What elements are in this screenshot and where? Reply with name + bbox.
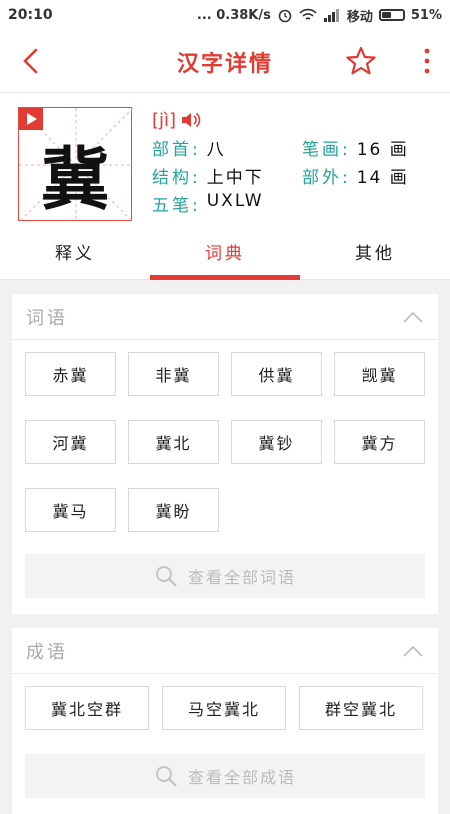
- character-info: [jì] 部首: 八 笔画: 16 画 结构: 上中下 部外: 14 画 五笔: UXLW: [152, 107, 440, 217]
- pinyin: [jì]: [152, 109, 177, 131]
- chevron-up-icon[interactable]: [402, 644, 424, 658]
- view-all-idioms-label: 查看全部成语: [187, 768, 296, 787]
- word-item[interactable]: 冀马: [25, 488, 116, 532]
- word-item[interactable]: 非冀: [128, 352, 219, 396]
- status-right: ... 0.38K/s 移动 51%: [197, 6, 442, 25]
- signal-icon: [323, 9, 339, 22]
- battery-level: [381, 12, 392, 18]
- word-item[interactable]: 供冀: [231, 352, 322, 396]
- outside-label: 部外:: [302, 167, 351, 188]
- tab-bar: 释义 词典 其他: [0, 230, 450, 280]
- idioms-header[interactable]: 成语: [12, 628, 438, 674]
- wifi-icon: [299, 8, 317, 20]
- radical-value: 八: [206, 139, 226, 160]
- more-vertical-icon[interactable]: [418, 44, 436, 78]
- tab-definition[interactable]: 释义: [0, 230, 150, 279]
- idioms-body: 冀北空群 马空冀北 群空冀北 查看全部成语: [12, 674, 438, 814]
- words-grid: 赤冀 非冀 供冀 觊冀 河冀 冀北 冀钞 冀方 冀马 冀盼: [25, 352, 438, 556]
- search-icon: [155, 566, 177, 587]
- network-speed: ... 0.38K/s: [196, 7, 271, 23]
- status-time: 20:10: [8, 7, 53, 23]
- word-item[interactable]: 冀盼: [128, 488, 219, 532]
- view-all-words-button[interactable]: 查看全部词语: [25, 554, 425, 598]
- view-all-words-label: 查看全部词语: [187, 568, 296, 587]
- word-item[interactable]: 冀方: [334, 420, 425, 464]
- idioms-card: 成语 冀北空群 马空冀北 群空冀北 查看全部成语: [12, 628, 438, 814]
- strokes-label: 笔画:: [302, 139, 351, 160]
- structure-value: 上中下: [206, 167, 264, 188]
- battery-icon: [378, 9, 405, 21]
- app-bar: 汉字详情: [0, 30, 450, 92]
- word-item[interactable]: 赤冀: [25, 352, 116, 396]
- idiom-item[interactable]: 马空冀北: [162, 686, 286, 730]
- info-row-2: 结构: 上中下 部外: 14 画: [152, 161, 440, 189]
- chevron-up-icon[interactable]: [402, 310, 424, 324]
- words-card: 词语 赤冀 非冀 供冀 觊冀 河冀 冀北 冀钞 冀方 冀马 冀盼 查看全部词语: [12, 294, 438, 614]
- info-row-3: 五笔: UXLW: [152, 189, 440, 217]
- idiom-item[interactable]: 冀北空群: [25, 686, 149, 730]
- info-row-1: 部首: 八 笔画: 16 画: [152, 133, 440, 161]
- idioms-title: 成语: [26, 641, 68, 663]
- search-icon: [155, 766, 177, 787]
- carrier-label: 移动: [346, 9, 373, 25]
- wubi-label: 五笔:: [152, 195, 201, 216]
- star-outline-icon[interactable]: [344, 44, 378, 78]
- character-header: 冀 [jì] 部首: 八 笔画: 16 画 结构: 上中下 部外: 14 画 五笔: UX…: [0, 92, 450, 280]
- page-title: 汉字详情: [176, 52, 273, 77]
- battery-percent: 51%: [410, 7, 442, 23]
- strokes-value: 16 画: [356, 139, 409, 160]
- view-all-idioms-button[interactable]: 查看全部成语: [25, 754, 425, 798]
- word-item[interactable]: 河冀: [25, 420, 116, 464]
- word-item[interactable]: 冀北: [128, 420, 219, 464]
- tab-other[interactable]: 其他: [300, 230, 450, 279]
- pinyin-row: [jì]: [152, 107, 440, 133]
- speaker-icon[interactable]: [180, 111, 202, 129]
- play-animation-icon[interactable]: [19, 108, 43, 130]
- status-bar: 20:10 ... 0.38K/s 移动 51%: [0, 0, 450, 30]
- idioms-grid: 冀北空群 马空冀北 群空冀北: [25, 686, 438, 730]
- character-glyph: 冀: [40, 140, 109, 220]
- word-item[interactable]: 觊冀: [334, 352, 425, 396]
- wubi-value: UXLW: [206, 190, 264, 211]
- structure-label: 结构:: [152, 167, 201, 188]
- outside-value: 14 画: [356, 167, 409, 188]
- word-item[interactable]: 冀钞: [231, 420, 322, 464]
- idiom-item[interactable]: 群空冀北: [299, 686, 423, 730]
- words-header[interactable]: 词语: [12, 294, 438, 340]
- tab-dictionary[interactable]: 词典: [150, 230, 300, 280]
- character-box: 冀: [18, 107, 133, 222]
- radical-label: 部首:: [152, 139, 201, 160]
- words-body: 赤冀 非冀 供冀 觊冀 河冀 冀北 冀钞 冀方 冀马 冀盼 查看全部词语: [12, 340, 438, 614]
- words-title: 词语: [26, 307, 68, 329]
- alarm-icon: [278, 9, 292, 23]
